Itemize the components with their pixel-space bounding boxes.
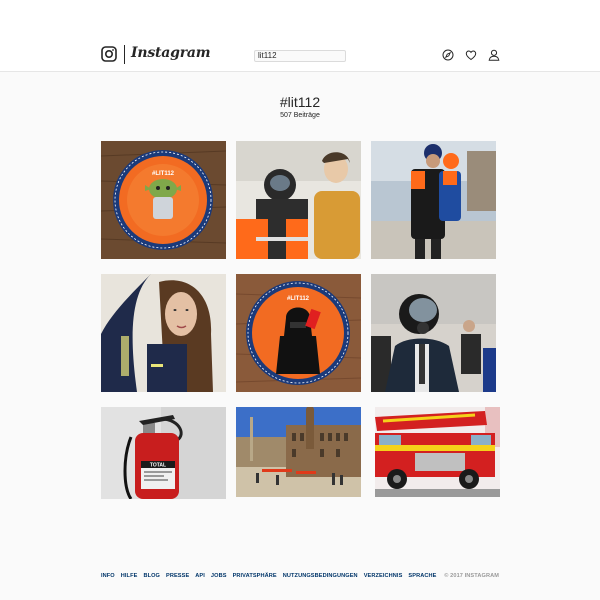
footer-link-sprache[interactable]: SPRACHE — [408, 573, 436, 579]
compass-icon[interactable] — [442, 49, 454, 61]
post-thumbnail-vader-patch[interactable]: #LIT112 — [236, 274, 361, 392]
footer-link-blog[interactable]: BLOG — [143, 573, 160, 579]
post-thumbnail-mask-selfie[interactable] — [236, 141, 361, 259]
patch-badge-text: #LIT112 — [287, 296, 310, 302]
vader-patch-image: #LIT112 — [236, 274, 361, 392]
post-thumbnail-woman-selfie[interactable] — [101, 274, 226, 392]
extinguisher-photo-image: TOTAL — [101, 407, 226, 499]
extinguisher-label-text: TOTAL — [150, 463, 166, 469]
top-navigation-bar: Instagram lit112 — [0, 0, 600, 72]
footer-link-api[interactable]: API — [195, 573, 205, 579]
post-thumbnail-marienplatz[interactable] — [236, 407, 361, 497]
instagram-wordmark[interactable]: Instagram — [131, 45, 211, 61]
woman-selfie-image — [101, 274, 226, 392]
heart-icon[interactable] — [465, 49, 477, 61]
post-thumbnail-fire-truck[interactable] — [375, 407, 500, 497]
footer-link-verzeichnis[interactable]: VERZEICHNIS — [364, 573, 403, 579]
footer-link-presse[interactable]: PRESSE — [166, 573, 189, 579]
search-input[interactable]: lit112 — [254, 50, 346, 62]
post-thumbnail-fire-extinguisher[interactable]: TOTAL — [101, 407, 226, 525]
footer-navigation: INFO HILFE BLOG PRESSE API JOBS PRIVATSP… — [101, 573, 436, 579]
logo-divider — [124, 45, 125, 64]
hashtag-post-count: 507 Beiträge — [280, 112, 320, 119]
footer-link-info[interactable]: INFO — [101, 573, 115, 579]
footer-link-nutzungsbedingungen[interactable]: NUTZUNGSBEDINGUNGEN — [283, 573, 358, 579]
respirator-photo-image — [371, 274, 496, 392]
post-thumbnail-respirator[interactable] — [371, 274, 496, 392]
couple-photo-image — [371, 141, 496, 259]
post-thumbnail-couple-outdoors[interactable] — [371, 141, 496, 259]
patch-photo-image: #LIT112 — [101, 141, 226, 259]
copyright-text: © 2017 INSTAGRAM — [444, 573, 499, 579]
hashtag-title: #lit112 — [279, 94, 321, 110]
user-icon[interactable] — [488, 49, 500, 61]
selfie-photo-image — [236, 141, 361, 259]
instagram-camera-icon[interactable] — [101, 46, 117, 62]
footer-link-jobs[interactable]: JOBS — [211, 573, 227, 579]
marienplatz-photo-image — [236, 407, 361, 497]
footer-link-privatsphaere[interactable]: PRIVATSPHÄRE — [233, 573, 277, 579]
post-thumbnail-yoda-patch[interactable]: #LIT112 — [101, 141, 226, 259]
patch-badge-text: #LIT112 — [152, 171, 175, 177]
fire-truck-photo-image — [375, 407, 500, 497]
footer-link-hilfe[interactable]: HILFE — [121, 573, 138, 579]
